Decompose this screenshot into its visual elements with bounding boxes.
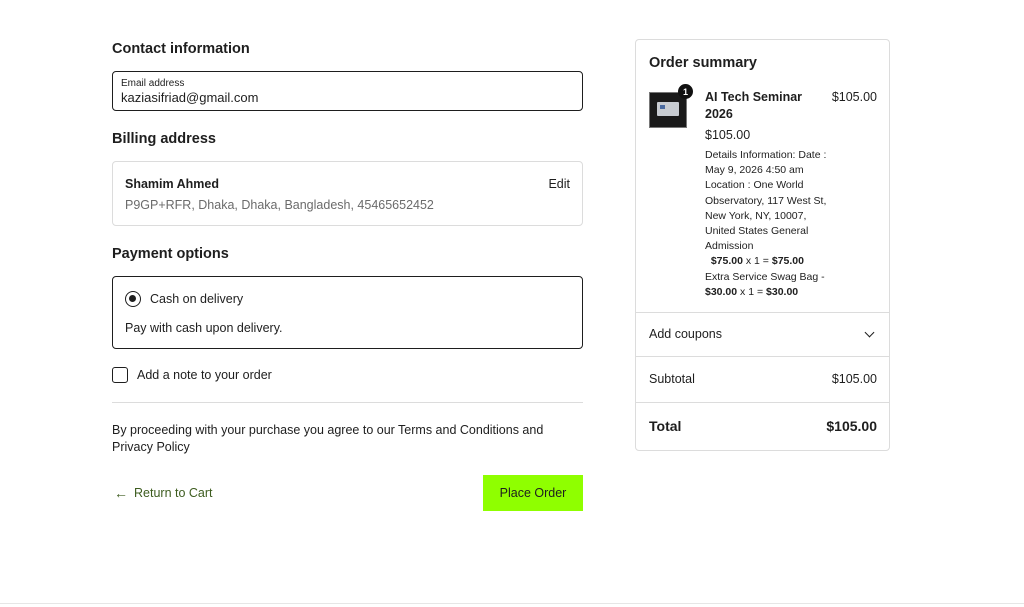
billing-address-card: Shamim Ahmed P9GP+RFR, Dhaka, Dhaka, Ban… (112, 161, 583, 226)
item-name: AI Tech Seminar 2026 (705, 90, 803, 121)
extra-service-label: Extra Service Swag Bag - (705, 270, 825, 283)
payment-option-label: Cash on delivery (150, 292, 244, 306)
checkbox-icon[interactable] (112, 367, 128, 383)
payment-option-description: Pay with cash upon delivery. (125, 321, 283, 335)
subtotal-label: Subtotal (649, 372, 695, 386)
chevron-down-icon[interactable] (864, 327, 875, 338)
total-label: Total (649, 418, 682, 434)
order-summary-heading: Order summary (649, 55, 757, 71)
terms-text: By proceeding with your purchase you agr… (112, 423, 544, 454)
arrow-left-icon: ← (114, 485, 128, 501)
order-summary: Order summary 1 AI Tech Seminar 2026 $10… (635, 39, 890, 451)
item-price: $105.00 (705, 128, 751, 142)
billing-heading: Billing address (112, 131, 216, 147)
page-bottom-divider (0, 603, 1024, 604)
divider (112, 402, 583, 403)
thumbnail-image-detail (660, 105, 665, 109)
extra-price: $30.00 (705, 285, 738, 298)
radio-selected-icon[interactable] (125, 291, 141, 307)
contact-heading: Contact information (112, 41, 250, 57)
ga-price: $75.00 (710, 255, 743, 268)
payment-heading: Payment options (112, 246, 229, 262)
subtotal-value: $105.00 (831, 372, 877, 386)
email-field[interactable]: Email address kaziasifriad@gmail.com (112, 71, 583, 111)
billing-name: Shamim Ahmed (125, 177, 220, 191)
ga-total: $75.00 (771, 255, 804, 268)
email-label: Email address (121, 78, 185, 89)
quantity-badge: 1 (678, 84, 693, 99)
place-order-button[interactable]: Place Order (483, 475, 583, 511)
add-coupons-toggle[interactable]: Add coupons (636, 312, 889, 356)
return-to-cart-link[interactable]: ← Return to Cart (114, 485, 213, 501)
item-details-text: Details Information: Date : May 9, 2026 … (705, 149, 827, 253)
order-note-toggle[interactable]: Add a note to your order (112, 366, 272, 384)
total-row: Total $105.00 (636, 402, 889, 450)
edit-address-link[interactable]: Edit (548, 177, 570, 191)
total-value: $105.00 (826, 418, 877, 434)
subtotal-row: Subtotal $105.00 (636, 356, 889, 402)
extra-total: $30.00 (766, 285, 799, 298)
return-to-cart-label: Return to Cart (134, 486, 213, 500)
payment-option-cod[interactable]: Cash on delivery Pay with cash upon deli… (112, 276, 583, 349)
order-note-label: Add a note to your order (137, 368, 272, 382)
item-details: Details Information: Date : May 9, 2026 … (705, 148, 830, 300)
add-coupons-label: Add coupons (649, 327, 722, 341)
billing-address-line: P9GP+RFR, Dhaka, Dhaka, Bangladesh, 4546… (125, 198, 434, 212)
item-line-total: $105.00 (831, 90, 877, 104)
email-value[interactable]: kaziasifriad@gmail.com (121, 90, 574, 106)
extra-qty: x 1 = (737, 285, 767, 298)
ga-qty: x 1 = (742, 255, 772, 268)
